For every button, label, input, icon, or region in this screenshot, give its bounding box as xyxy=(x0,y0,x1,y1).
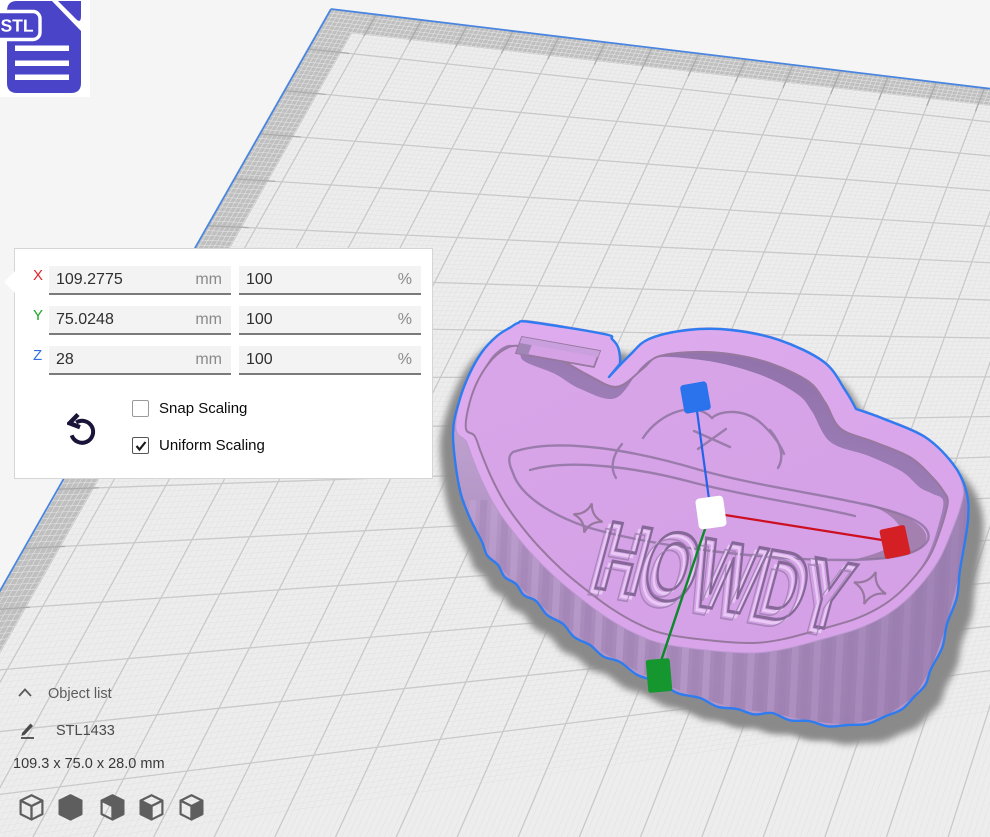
svg-text:STL: STL xyxy=(0,15,33,35)
